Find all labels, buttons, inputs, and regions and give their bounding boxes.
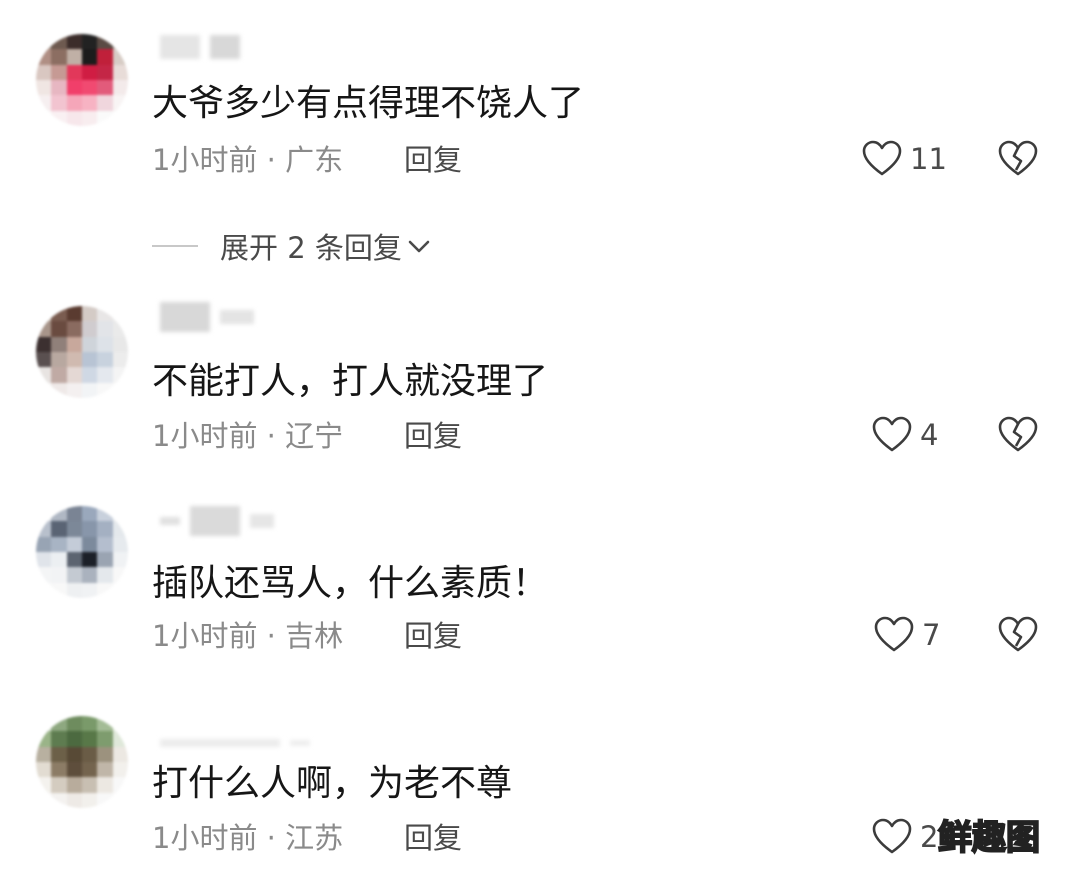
comment-text: 打什么人啊，为老不尊 [152,763,513,804]
comment-list-screen: 大爷多少有点得理不饶人了 1小时前 · 广东 回复 11 展开 2 条回复 不能… [0,0,1080,882]
comment-location: 广东 [285,143,344,177]
comment-time: 1小时前 [152,619,258,653]
dislike-button[interactable] [998,140,1038,182]
comment-meta: 1小时前 · 辽宁 [152,418,343,454]
expand-replies-label: 展开 2 条回复 [220,231,402,265]
comment-meta: 1小时前 · 江苏 [152,820,343,856]
like-button[interactable]: 11 [862,140,947,178]
meta-separator: · [266,619,286,653]
comment-time: 1小时前 [152,821,258,855]
chevron-down-icon [408,240,430,253]
avatar[interactable] [36,34,128,126]
meta-separator: · [266,143,286,177]
meta-separator: · [266,821,286,855]
heart-outline-icon [874,616,914,652]
comment-time: 1小时前 [152,143,258,177]
meta-separator: · [266,419,286,453]
avatar[interactable] [36,506,128,598]
username[interactable] [160,504,274,538]
username[interactable] [160,300,254,334]
avatar[interactable] [36,716,128,808]
heart-outline-icon [862,140,902,176]
comment-location: 辽宁 [285,419,344,453]
heart-outline-icon [872,818,912,854]
like-button[interactable]: 4 [872,416,938,454]
comment-meta: 1小时前 · 广东 [152,142,343,178]
broken-heart-icon [998,140,1038,176]
heart-outline-icon [872,416,912,452]
comment-text: 插队还骂人，什么素质！ [152,563,549,604]
comment-location: 江苏 [285,821,344,855]
dislike-button[interactable] [998,416,1038,458]
watermark: 鲜趣图 [937,817,1041,859]
comment-time: 1小时前 [152,419,258,453]
like-count: 4 [920,418,939,452]
comment-location: 吉林 [285,619,344,653]
like-count: 7 [922,618,941,652]
avatar[interactable] [36,306,128,398]
like-count: 11 [910,142,947,176]
like-count: 2 [920,820,939,854]
comment-meta: 1小时前 · 吉林 [152,618,343,654]
comment-text: 大爷多少有点得理不饶人了 [152,83,585,124]
reply-button[interactable]: 回复 [404,618,462,654]
broken-heart-icon [998,616,1038,652]
broken-heart-icon [998,416,1038,452]
reply-button[interactable]: 回复 [404,418,462,454]
comment-text: 不能打人，打人就没理了 [152,361,549,402]
expand-replies-button[interactable]: 展开 2 条回复 [152,226,432,266]
username[interactable] [160,30,240,64]
username[interactable] [160,726,310,760]
like-button[interactable]: 7 [874,616,940,654]
like-button[interactable]: 2 [872,818,938,856]
dislike-button[interactable] [998,616,1038,658]
reply-button[interactable]: 回复 [404,820,462,856]
expand-divider [152,245,198,247]
reply-button[interactable]: 回复 [404,142,462,178]
